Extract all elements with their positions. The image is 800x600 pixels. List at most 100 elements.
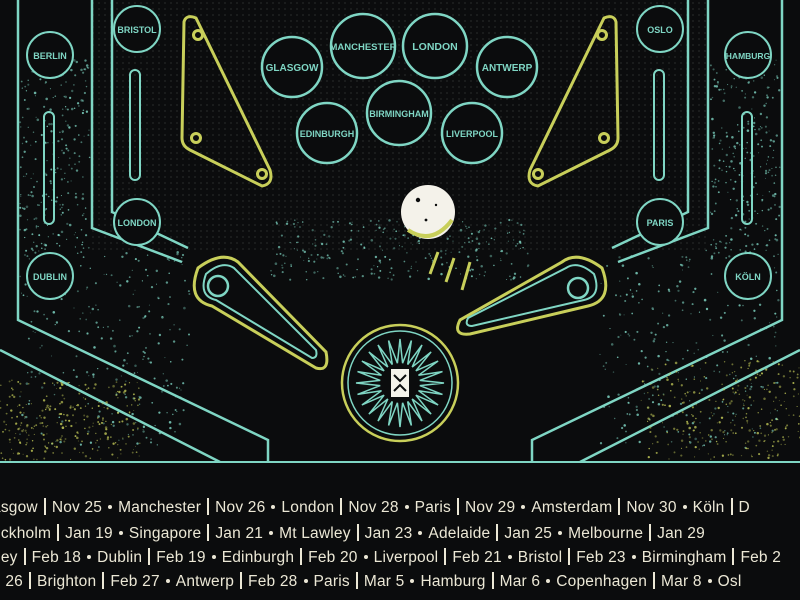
bullet-dot <box>410 579 415 583</box>
tour-city: Hamburg <box>420 573 486 590</box>
bumper-birmingham: BIRMINGHAM <box>365 79 433 147</box>
tour-date: D <box>738 499 750 516</box>
tour-city: Dublin <box>97 549 143 566</box>
pinball-playfield: GLASGOW MANCHESTER LONDON ANTWERP BIRMIN… <box>0 0 800 464</box>
separator-bar <box>730 498 733 515</box>
tour-city: Amsterdam <box>531 499 613 516</box>
circle-koln-label: KÖLN <box>735 272 761 282</box>
tour-date: Nov 28 <box>348 499 399 516</box>
tour-date: Nov 25 <box>51 499 103 516</box>
tour-date: Mar 5 <box>363 573 405 590</box>
tour-city: Liverpool <box>373 549 439 566</box>
tour-city: ney <box>0 549 18 566</box>
tour-city: London <box>281 499 335 516</box>
bumper-london-center: LONDON <box>401 12 469 80</box>
tour-city: Birmingham <box>641 549 727 566</box>
tour-city: Brighton <box>36 573 97 590</box>
tour-date: Jan 25 <box>504 525 553 542</box>
tour-date: Feb 21 <box>452 549 502 566</box>
tour-date: Jan 21 <box>215 525 264 542</box>
circle-berlin: BERLIN <box>26 31 74 79</box>
circle-dublin: DUBLIN <box>26 252 74 300</box>
bumper-glasgow: GLASGOW <box>260 35 324 99</box>
circle-oslo-label: OSLO <box>647 25 673 35</box>
bullet-dot <box>631 555 636 559</box>
circle-oslo: OSLO <box>636 5 684 53</box>
tour-row: ockholm Jan 19 Singapore Jan 21 Mt Lawley Jan… <box>0 524 705 543</box>
separator-bar <box>568 548 571 565</box>
tour-date: Feb 18 <box>31 549 82 566</box>
bullet-dot <box>546 579 551 583</box>
bullet-dot <box>271 505 276 509</box>
tour-city: Osl <box>717 573 742 590</box>
separator-bar <box>444 548 447 565</box>
circle-paris-label: PARIS <box>647 218 674 228</box>
bullet-dot <box>303 579 308 583</box>
separator-bar <box>732 548 735 565</box>
bullet-dot <box>507 555 512 559</box>
bumper-manchester: MANCHESTER <box>329 12 397 80</box>
separator-bar <box>240 572 243 589</box>
tour-city: Manchester <box>118 499 202 516</box>
tour-date: Feb 20 <box>308 549 358 566</box>
bullet-dot <box>87 555 92 559</box>
bullet-dot <box>211 555 216 559</box>
tour-date: Nov 29 <box>465 499 516 516</box>
bullet-dot <box>404 505 409 509</box>
circle-hamburg-label: HAMBURG <box>726 51 771 61</box>
tour-date: Feb 23 <box>576 549 626 566</box>
tour-date: Jan 29 <box>657 525 705 542</box>
bumper-antwerp: ANTWERP <box>475 35 539 99</box>
circle-bristol-label: BRISTOL <box>117 25 157 35</box>
separator-bar <box>102 572 105 589</box>
tour-city: Copenhagen <box>556 573 648 590</box>
right-flipper <box>456 255 608 336</box>
bumper-antwerp-label: ANTWERP <box>482 63 533 74</box>
separator-bar <box>457 498 459 515</box>
separator-bar <box>355 572 358 589</box>
tour-city: Antwerp <box>175 573 235 590</box>
separator-bar <box>356 524 359 541</box>
tour-dates-list: asgow Nov 25 Manchester Nov 26 London Nov 28 P… <box>0 478 800 600</box>
circle-hamburg: HAMBURG <box>724 31 772 79</box>
bumper-liverpool-label: LIVERPOOL <box>446 129 499 139</box>
circle-dublin-label: DUBLIN <box>33 272 67 282</box>
separator-bar <box>340 498 343 515</box>
separator-bar <box>649 524 652 541</box>
separator-bar <box>43 498 46 515</box>
bullet-dot <box>521 505 526 509</box>
bullet-dot <box>165 579 170 583</box>
bullet-dot <box>118 531 123 535</box>
tour-date: Mar 8 <box>661 573 702 590</box>
circle-berlin-label: BERLIN <box>33 51 67 61</box>
tour-date: Nov 26 <box>215 499 266 516</box>
bumper-london-center-label: LONDON <box>412 41 458 53</box>
tour-date: Feb 2 <box>740 549 782 566</box>
bullet-dot <box>707 579 712 583</box>
tour-date: Feb 28 <box>248 573 298 590</box>
left-flipper <box>192 255 329 371</box>
bullet-dot <box>558 531 563 535</box>
separator-bar <box>23 548 26 565</box>
tour-date: Mar 6 <box>499 573 541 590</box>
circle-bristol: BRISTOL <box>113 5 161 53</box>
tour-date: Feb 19 <box>156 549 206 566</box>
tour-row: ney Feb 18 Dublin Feb 19 Edinburgh Feb 20 Live… <box>0 548 781 567</box>
bullet-dot <box>108 505 113 509</box>
tour-date: Feb 27 <box>110 573 160 590</box>
separator-bar <box>491 572 494 589</box>
tour-city: Melbourne <box>568 525 644 542</box>
tour-city: Edinburgh <box>221 549 295 566</box>
circle-london-left-label: LONDON <box>118 218 157 228</box>
tour-city: Köln <box>692 499 725 516</box>
separator-bar <box>496 524 499 541</box>
tour-date: Jan 23 <box>364 525 413 542</box>
separator-bar <box>148 548 151 565</box>
bumper-edinburgh: EDINBURGH <box>295 101 359 165</box>
separator-bar <box>207 524 210 541</box>
tour-date: Nov 30 <box>626 499 677 516</box>
bumper-manchester-label: MANCHESTER <box>329 42 396 53</box>
bumper-glasgow-label: GLASGOW <box>266 63 319 74</box>
separator-bar <box>28 572 31 589</box>
tour-date: Jan 19 <box>65 525 113 542</box>
